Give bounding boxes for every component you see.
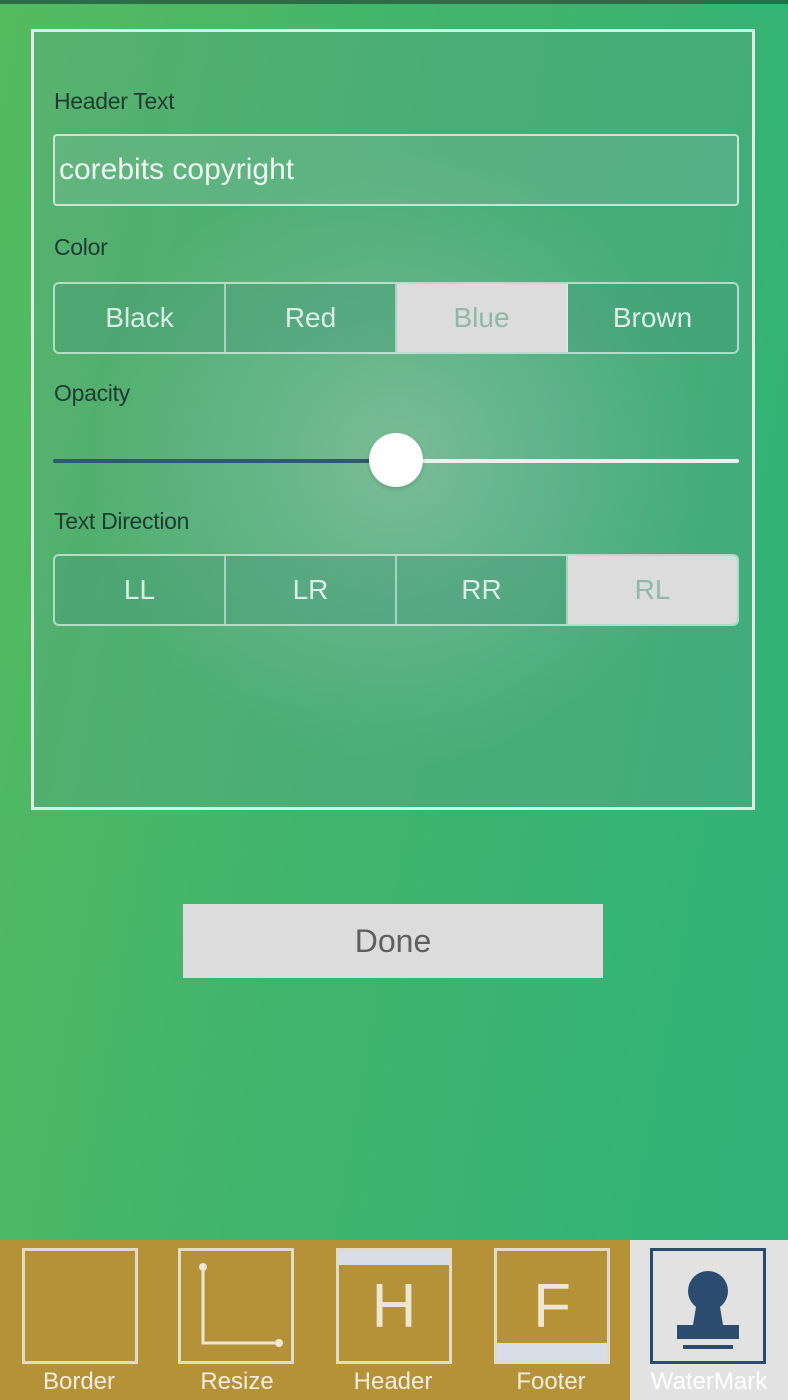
toolbar-item-label: Footer — [516, 1368, 586, 1395]
opacity-label: Opacity — [54, 380, 130, 406]
toolbar-item-resize[interactable]: Resize — [168, 1240, 312, 1400]
top-edge — [0, 0, 788, 4]
color-segmented-control: Black Red Blue Brown — [53, 282, 739, 354]
done-button[interactable]: Done — [183, 904, 603, 978]
stamp-icon — [650, 1248, 766, 1364]
toolbar-item-label: Border — [42, 1368, 116, 1395]
direction-option-lr[interactable]: LR — [226, 556, 397, 624]
border-icon — [22, 1248, 138, 1364]
color-option-blue[interactable]: Blue — [397, 284, 568, 352]
header-icon: H — [336, 1248, 452, 1364]
toolbar-item-watermark[interactable]: WaterMark — [630, 1240, 788, 1400]
toolbar-item-label: Header — [353, 1368, 433, 1395]
toolbar-item-footer[interactable]: F Footer — [484, 1240, 628, 1400]
header-glyph: H — [371, 1271, 417, 1341]
bottom-toolbar: Border Resize H Header F Footer WaterMar… — [0, 1240, 788, 1400]
watermark-settings-panel: Header Text corebits copyright Color Bla… — [31, 29, 755, 810]
toolbar-item-header[interactable]: H Header — [326, 1240, 470, 1400]
text-direction-segmented-control: LL LR RR RL — [53, 554, 739, 626]
toolbar-item-border[interactable]: Border — [12, 1240, 156, 1400]
header-text-label: Header Text — [54, 88, 175, 114]
text-direction-label: Text Direction — [54, 508, 190, 534]
footer-icon: F — [494, 1248, 610, 1364]
color-option-red[interactable]: Red — [226, 284, 397, 352]
toolbar-item-label: WaterMark — [650, 1368, 768, 1395]
toolbar-item-label: Resize — [200, 1368, 274, 1395]
opacity-slider-thumb[interactable] — [369, 433, 423, 487]
opacity-slider-min-track — [53, 459, 398, 463]
footer-glyph: F — [533, 1271, 571, 1341]
color-option-brown[interactable]: Brown — [568, 284, 737, 352]
opacity-slider-max-track — [398, 459, 739, 463]
direction-option-rl[interactable]: RL — [568, 556, 737, 624]
header-text-input[interactable]: corebits copyright — [53, 134, 739, 206]
opacity-slider[interactable] — [53, 432, 739, 488]
direction-option-ll[interactable]: LL — [55, 556, 226, 624]
direction-option-rr[interactable]: RR — [397, 556, 568, 624]
color-option-black[interactable]: Black — [55, 284, 226, 352]
resize-icon — [178, 1248, 294, 1364]
color-label: Color — [54, 234, 108, 260]
